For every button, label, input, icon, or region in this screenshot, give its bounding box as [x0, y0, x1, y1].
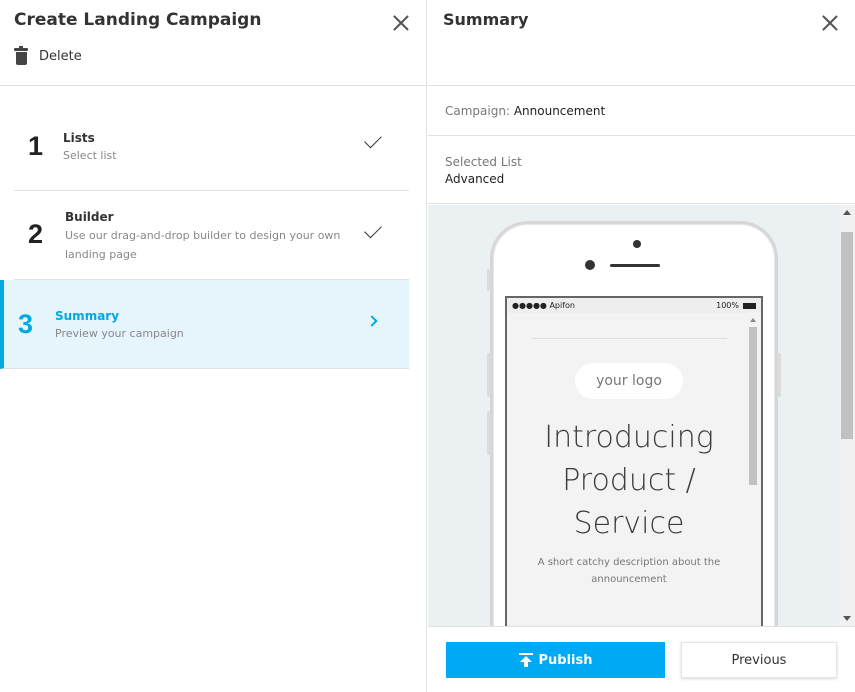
- previous-button[interactable]: Previous: [681, 642, 837, 678]
- battery-indicator: 100%: [716, 301, 756, 310]
- selected-list-value: Advanced: [445, 172, 505, 186]
- step-title: Lists: [63, 131, 95, 145]
- left-panel-header: Create Landing Campaign Delete: [0, 0, 426, 86]
- scroll-up-icon[interactable]: [750, 318, 756, 322]
- delete-button[interactable]: Delete: [14, 46, 82, 65]
- battery-label: 100%: [716, 301, 739, 310]
- logo-placeholder: your logo: [575, 363, 683, 399]
- phone-camera: [633, 240, 641, 248]
- publish-button[interactable]: Publish: [446, 642, 665, 678]
- trash-icon: [14, 46, 28, 65]
- step-subtitle: Select list: [63, 149, 117, 162]
- phone-speaker: [610, 264, 660, 267]
- carrier-label: ●●●●● Apifon: [512, 301, 575, 310]
- landing-description: A short catchy description about the ann…: [537, 557, 721, 585]
- close-icon[interactable]: [392, 14, 410, 32]
- preview-scrollbar[interactable]: [839, 205, 855, 626]
- scroll-down-icon[interactable]: [843, 616, 851, 621]
- summary-footer: Publish Previous: [428, 626, 855, 692]
- summary-title: Summary: [443, 10, 529, 29]
- landing-headline: Introducing Product / Service: [544, 420, 714, 541]
- upload-icon: [518, 653, 533, 667]
- campaign-label: Campaign:: [445, 104, 510, 118]
- campaign-info: Campaign: Announcement: [428, 86, 855, 136]
- divider: [532, 338, 727, 339]
- selected-list-info: Selected List Advanced: [428, 136, 855, 204]
- step-subtitle: Use our drag-and-drop builder to design …: [65, 229, 341, 261]
- selected-list-label: Selected List: [445, 155, 522, 169]
- step-number: 3: [18, 309, 34, 339]
- step-summary[interactable]: 3 Summary Preview your campaign: [0, 280, 409, 369]
- steps-list: 1 Lists Select list 2 Builder Use our dr…: [0, 86, 426, 369]
- battery-icon: [743, 302, 756, 309]
- step-title: Summary: [55, 309, 120, 323]
- create-campaign-panel: Create Landing Campaign Delete 1 Lists S…: [0, 0, 427, 692]
- scroll-up-icon[interactable]: [843, 210, 851, 215]
- checkmark-icon: [364, 220, 382, 239]
- step-lists[interactable]: 1 Lists Select list: [14, 86, 409, 191]
- step-number: 1: [28, 131, 44, 161]
- phone-sensor: [585, 260, 595, 270]
- scroll-thumb[interactable]: [749, 327, 757, 485]
- phone-scrollbar[interactable]: [748, 315, 758, 626]
- close-icon[interactable]: [821, 14, 839, 32]
- summary-panel: Summary Campaign: Announcement Selected …: [428, 0, 855, 692]
- phone-screen[interactable]: ●●●●● Apifon 100% your logo Introducing …: [505, 296, 763, 626]
- previous-label: Previous: [731, 652, 787, 668]
- phone-statusbar: ●●●●● Apifon 100%: [507, 298, 761, 313]
- step-builder[interactable]: 2 Builder Use our drag-and-drop builder …: [14, 191, 409, 280]
- landing-preview: ●●●●● Apifon 100% your logo Introducing …: [428, 205, 855, 626]
- right-panel-header: Summary: [428, 0, 855, 86]
- campaign-value: Announcement: [513, 104, 606, 118]
- panel-title: Create Landing Campaign: [14, 10, 262, 30]
- scroll-thumb[interactable]: [841, 232, 853, 439]
- chevron-right-icon: [366, 315, 378, 327]
- step-title: Builder: [65, 210, 114, 224]
- delete-label: Delete: [39, 48, 82, 64]
- step-subtitle: Preview your campaign: [55, 327, 184, 340]
- publish-label: Publish: [538, 652, 593, 668]
- step-number: 2: [28, 219, 44, 249]
- checkmark-icon: [364, 130, 382, 149]
